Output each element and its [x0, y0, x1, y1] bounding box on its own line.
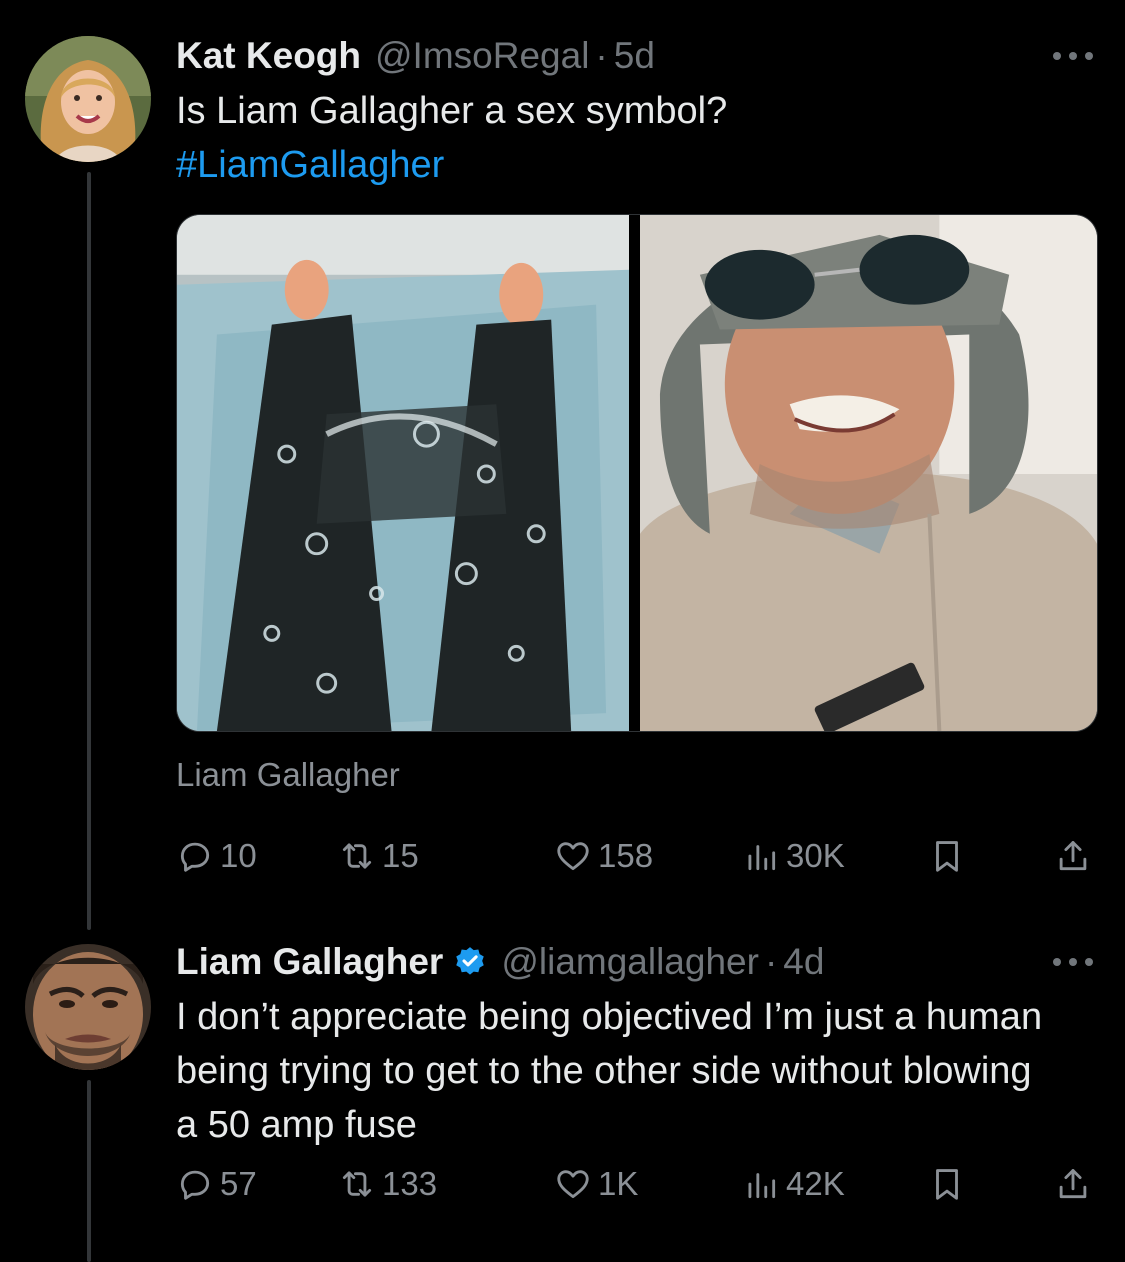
- views-count: 30K: [786, 837, 845, 874]
- heart-icon: [554, 1165, 592, 1203]
- reply-count: 10: [220, 837, 257, 874]
- verified-badge-icon[interactable]: [453, 945, 487, 979]
- tweet[interactable]: Kat Keogh @ImsoRegal · 5d Is Liam Gallag…: [176, 30, 1098, 874]
- like-count: 158: [598, 837, 654, 874]
- reply-button[interactable]: 57: [176, 1162, 257, 1206]
- share-icon: [1054, 837, 1092, 875]
- retweet-button[interactable]: 133: [338, 1162, 437, 1206]
- tweet-media[interactable]: [176, 214, 1098, 732]
- tweet-actions: 57 133 1K 42K: [176, 1162, 1095, 1206]
- heart-icon: [554, 837, 592, 875]
- retweet-count: 133: [382, 1165, 438, 1202]
- media-divider: [629, 215, 640, 731]
- tweet-age[interactable]: 4d: [783, 941, 824, 983]
- media-photo-selfie[interactable]: [639, 215, 1097, 731]
- separator: ·: [595, 35, 608, 76]
- tweet-body: Is Liam Gallagher a sex symbol?: [176, 90, 728, 132]
- reply-icon: [176, 837, 214, 875]
- hashtag-link[interactable]: #LiamGallagher: [176, 138, 1095, 192]
- thread-line: [87, 172, 91, 930]
- tweet-thread: Kat Keogh @ImsoRegal · 5d Is Liam Gallag…: [0, 0, 1125, 1262]
- like-button[interactable]: 1K: [554, 1162, 638, 1206]
- reply-button[interactable]: 10: [176, 834, 257, 878]
- user-handle[interactable]: @liamgallagher: [501, 941, 759, 983]
- tweet-text: Is Liam Gallagher a sex symbol? #LiamGal…: [176, 84, 1095, 192]
- more-icon[interactable]: [1051, 954, 1095, 970]
- views-button[interactable]: 42K: [742, 1162, 845, 1206]
- tweet-actions: 10 15 158 30K: [176, 834, 1095, 878]
- media-photo-bathtub[interactable]: [177, 215, 630, 731]
- reply-icon: [176, 1165, 214, 1203]
- retweet-count: 15: [382, 837, 419, 874]
- tweet-text: I don’t appreciate being objectived I’m …: [176, 996, 1043, 1146]
- thread-line: [87, 1080, 91, 1262]
- views-icon: [742, 837, 780, 875]
- views-count: 42K: [786, 1165, 845, 1202]
- reply-count: 57: [220, 1165, 257, 1202]
- avatar-kat-keogh[interactable]: [25, 36, 151, 162]
- user-handle[interactable]: @ImsoRegal: [375, 35, 589, 77]
- bookmark-button[interactable]: [928, 1162, 966, 1206]
- tweet-reply[interactable]: Liam Gallagher @liamgallagher · 4d I don…: [176, 936, 1095, 1202]
- retweet-button[interactable]: 15: [338, 834, 419, 878]
- like-button[interactable]: 158: [554, 834, 653, 878]
- display-name[interactable]: Liam Gallagher: [176, 941, 443, 983]
- views-button[interactable]: 30K: [742, 834, 845, 878]
- retweet-icon: [338, 837, 376, 875]
- tweet-header: Kat Keogh @ImsoRegal · 5d: [176, 30, 1095, 82]
- views-icon: [742, 1165, 780, 1203]
- display-name[interactable]: Kat Keogh: [176, 35, 361, 77]
- bookmark-icon: [928, 1165, 966, 1203]
- more-icon[interactable]: [1051, 48, 1095, 64]
- tweet-header: Liam Gallagher @liamgallagher · 4d: [176, 936, 1095, 988]
- share-icon: [1054, 1165, 1092, 1203]
- retweet-icon: [338, 1165, 376, 1203]
- avatar-liam-gallagher[interactable]: [25, 944, 151, 1070]
- bookmark-button[interactable]: [928, 834, 966, 878]
- bookmark-icon: [928, 837, 966, 875]
- share-button[interactable]: [1054, 834, 1092, 878]
- like-count: 1K: [598, 1165, 639, 1202]
- separator: ·: [764, 941, 778, 982]
- media-caption[interactable]: Liam Gallagher: [176, 756, 400, 794]
- share-button[interactable]: [1054, 1162, 1092, 1206]
- tweet-age[interactable]: 5d: [614, 35, 655, 77]
